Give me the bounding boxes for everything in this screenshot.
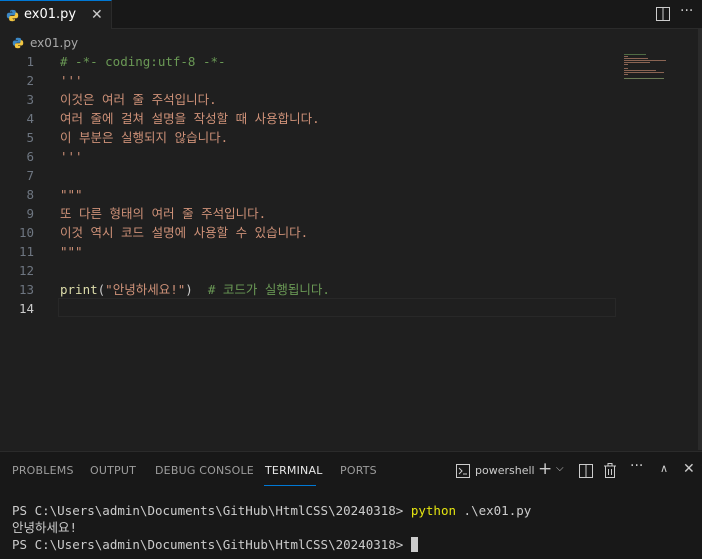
- ellipsis-icon[interactable]: ···: [630, 458, 643, 474]
- terminal-output: 안녕하세요!: [12, 520, 78, 535]
- tab-debug-console[interactable]: DEBUG CONSOLE: [155, 464, 254, 477]
- code-line: 이것 역시 코드 설명에 사용할 수 있습니다.: [60, 225, 309, 240]
- editor-tab-bar: ex01.py ✕ ···: [0, 0, 702, 29]
- tab-title: ex01.py: [24, 7, 77, 22]
- terminal-cursor: [410, 537, 418, 552]
- split-terminal-icon[interactable]: [579, 464, 593, 478]
- line-number: 3: [26, 92, 34, 107]
- terminal-icon: [456, 464, 470, 478]
- python-icon: [6, 9, 19, 22]
- code-line: 또 다른 형태의 여러 줄 주석입니다.: [60, 206, 267, 221]
- code-line: ''': [60, 73, 83, 88]
- code-line: 여러 줄에 걸쳐 설명을 작성할 때 사용합니다.: [60, 111, 320, 126]
- vertical-scrollbar[interactable]: [698, 29, 702, 450]
- bottom-panel: PROBLEMS OUTPUT DEBUG CONSOLE TERMINAL P…: [0, 451, 702, 559]
- breadcrumb-file[interactable]: ex01.py: [30, 36, 78, 50]
- code-line-print: print("안녕하세요!") # 코드가 실행됩니다.: [60, 280, 330, 299]
- chevron-down-icon[interactable]: ⌵: [556, 463, 564, 474]
- close-paren: ): [185, 282, 193, 297]
- line-number: 1: [26, 54, 34, 69]
- code-line: """: [60, 187, 83, 202]
- editor-tab-ex01[interactable]: ex01.py ✕: [0, 0, 112, 29]
- terminal-command: python: [410, 503, 457, 518]
- code-line: """: [60, 244, 83, 259]
- current-line-highlight: [58, 298, 616, 317]
- line-number: 2: [26, 73, 34, 88]
- line-number-active: 14: [18, 301, 34, 316]
- code-line: 이것은 여러 줄 주석입니다.: [60, 92, 217, 107]
- line-number: 10: [18, 225, 34, 240]
- trash-icon[interactable]: [603, 463, 617, 478]
- line-number: 6: [26, 149, 34, 164]
- line-number: 7: [26, 168, 34, 183]
- line-number: 9: [26, 206, 34, 221]
- python-icon: [12, 37, 24, 49]
- line-number: 5: [26, 130, 34, 145]
- line-number: 11: [18, 244, 34, 259]
- tab-ports[interactable]: PORTS: [340, 464, 377, 477]
- line-number: 12: [18, 263, 34, 278]
- code-line: # -*- coding:utf-8 -*-: [60, 54, 226, 69]
- ellipsis-icon[interactable]: ···: [680, 3, 693, 19]
- terminal-shell-name[interactable]: powershell: [475, 464, 535, 477]
- active-tab-indicator: [264, 485, 316, 486]
- tab-terminal[interactable]: TERMINAL: [265, 464, 323, 477]
- chevron-up-icon[interactable]: ∧: [660, 462, 668, 475]
- terminal-line-1[interactable]: PS C:\Users\admin\Documents\GitHub\HtmlC…: [12, 502, 531, 519]
- print-string: "안녕하세요!": [105, 282, 186, 297]
- print-function: print: [60, 282, 98, 297]
- breadcrumb: ex01.py: [12, 34, 78, 52]
- tab-problems[interactable]: PROBLEMS: [12, 464, 74, 477]
- terminal-line-3[interactable]: PS C:\Users\admin\Documents\GitHub\HtmlC…: [12, 536, 418, 553]
- close-icon[interactable]: ✕: [91, 7, 103, 23]
- line-number: 4: [26, 111, 34, 126]
- terminal-prompt: PS C:\Users\admin\Documents\GitHub\HtmlC…: [12, 537, 411, 552]
- line-number: 13: [18, 282, 34, 297]
- line-number: 8: [26, 187, 34, 202]
- tab-output[interactable]: OUTPUT: [90, 464, 136, 477]
- terminal-args: .\ex01.py: [456, 503, 532, 518]
- code-line: 이 부분은 실행되지 않습니다.: [60, 130, 229, 145]
- terminal-prompt: PS C:\Users\admin\Documents\GitHub\HtmlC…: [12, 503, 411, 518]
- plus-icon[interactable]: +: [538, 459, 552, 479]
- inline-comment: # 코드가 실행됩니다.: [207, 282, 330, 297]
- minimap[interactable]: [622, 52, 682, 92]
- code-editor[interactable]: 1 2 3 4 5 6 7 8 9 10 11 12 13 14 # -*- c…: [0, 52, 698, 450]
- split-editor-icon[interactable]: [656, 7, 670, 21]
- code-line: ''': [60, 149, 83, 164]
- close-panel-icon[interactable]: ✕: [683, 461, 695, 477]
